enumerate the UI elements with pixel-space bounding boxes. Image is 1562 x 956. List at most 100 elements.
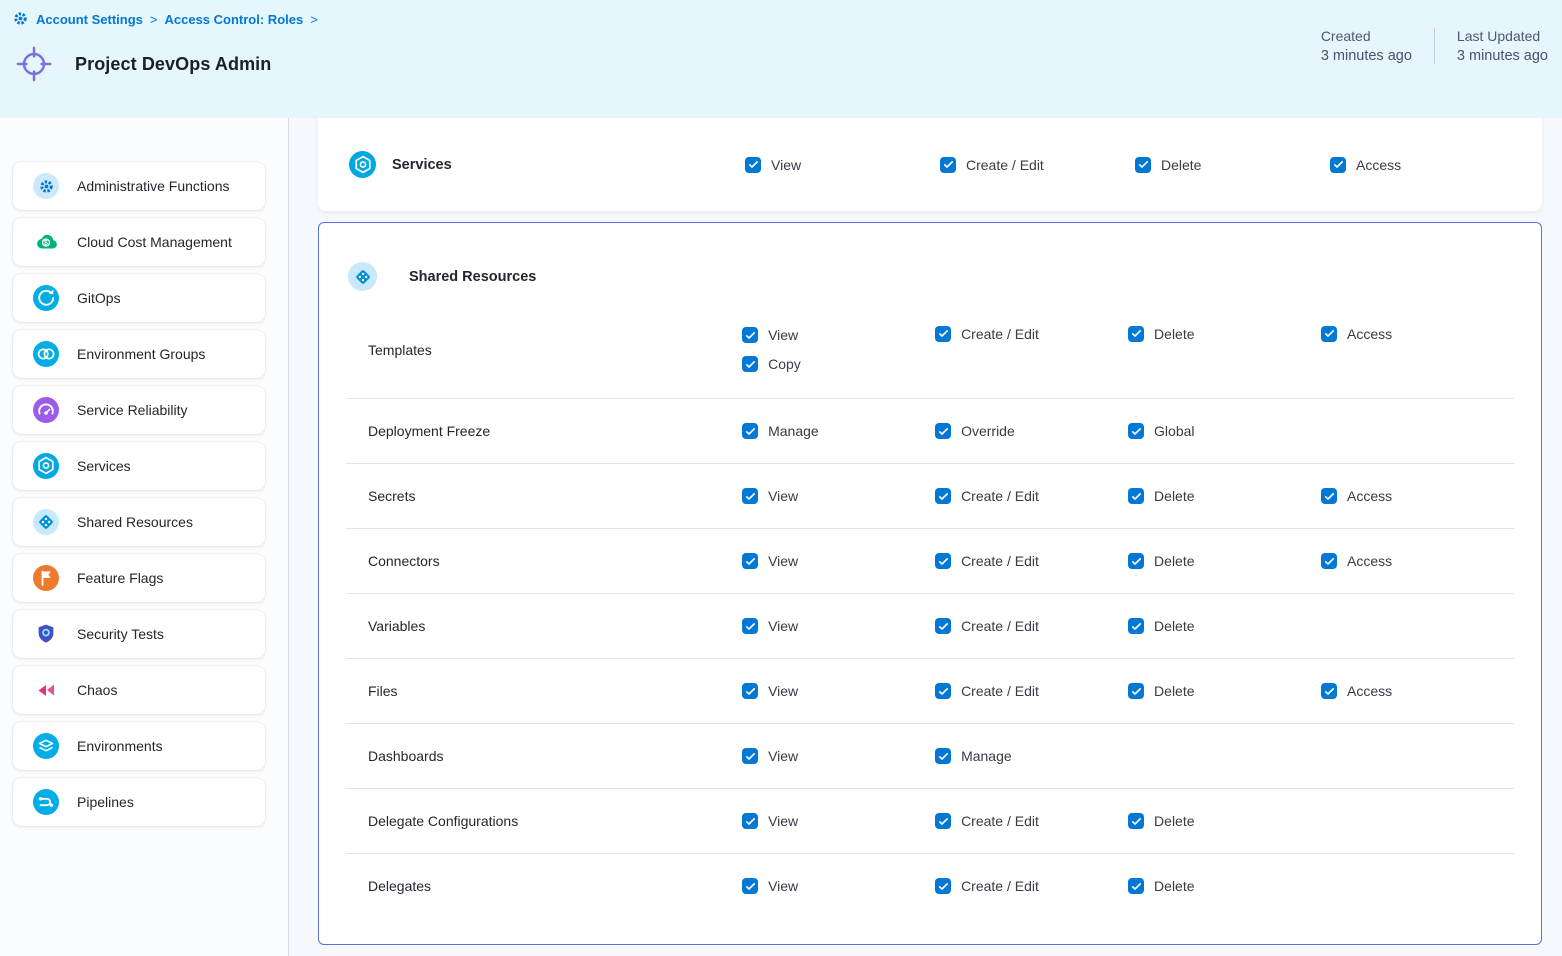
sidebar-item-services[interactable]: Services bbox=[13, 442, 265, 490]
resource-name: Variables bbox=[368, 618, 742, 634]
checkbox-access[interactable] bbox=[1321, 683, 1337, 699]
permission-column: View bbox=[742, 618, 935, 634]
permission-column: Override bbox=[935, 423, 1128, 439]
checkbox-create-edit[interactable] bbox=[935, 683, 951, 699]
shared-resources-diamond-icon bbox=[33, 509, 59, 535]
permission-column: Delete bbox=[1128, 618, 1321, 634]
checkbox-access[interactable] bbox=[1321, 326, 1337, 342]
checkbox-create-edit[interactable] bbox=[940, 157, 956, 173]
checkbox-access[interactable] bbox=[1321, 553, 1337, 569]
permission-access: Access bbox=[1321, 553, 1514, 569]
pipelines-flow-icon bbox=[33, 789, 59, 815]
services-hexagon-icon bbox=[349, 151, 376, 178]
permission-column: Create / Edit bbox=[935, 683, 1128, 699]
permission-view: View bbox=[742, 488, 935, 504]
sidebar-item-service-reliability[interactable]: Service Reliability bbox=[13, 386, 265, 434]
sidebar-item-feature-flags[interactable]: Feature Flags bbox=[13, 554, 265, 602]
permission-column: Manage bbox=[742, 423, 935, 439]
checkbox-view[interactable] bbox=[742, 618, 758, 634]
page-title: Project DevOps Admin bbox=[75, 54, 271, 75]
permission-label: Delete bbox=[1154, 488, 1194, 504]
checkbox-manage[interactable] bbox=[935, 748, 951, 764]
last-updated-value: 3 minutes ago bbox=[1457, 48, 1548, 64]
checkbox-delete[interactable] bbox=[1128, 326, 1144, 342]
permission-column: Manage bbox=[935, 748, 1128, 764]
checkbox-copy[interactable] bbox=[742, 356, 758, 372]
sidebar-item-cloud-cost-management[interactable]: $ Cloud Cost Management bbox=[13, 218, 265, 266]
permission-column: Delete bbox=[1128, 553, 1321, 569]
sidebar-item-label: Environments bbox=[77, 738, 163, 754]
checkbox-view[interactable] bbox=[742, 683, 758, 699]
sidebar-item-shared-resources[interactable]: Shared Resources bbox=[13, 498, 265, 546]
checkbox-create-edit[interactable] bbox=[935, 878, 951, 894]
services-card-title: Services bbox=[392, 157, 452, 173]
breadcrumb-link-access-control-roles[interactable]: Access Control: Roles bbox=[165, 12, 304, 27]
checkbox-view[interactable] bbox=[742, 878, 758, 894]
checkbox-view[interactable] bbox=[742, 553, 758, 569]
created-block: Created 3 minutes ago bbox=[1321, 28, 1412, 64]
title-row: Project DevOps Admin bbox=[14, 44, 271, 84]
chaos-icon bbox=[33, 677, 59, 703]
checkbox-override[interactable] bbox=[935, 423, 951, 439]
permission-create-edit: Create / Edit bbox=[940, 157, 1135, 173]
sidebar-item-administrative-functions[interactable]: Administrative Functions bbox=[13, 162, 265, 210]
sidebar-item-label: Administrative Functions bbox=[77, 178, 230, 194]
checkbox-create-edit[interactable] bbox=[935, 488, 951, 504]
service-reliability-icon bbox=[33, 397, 59, 423]
permission-label: View bbox=[768, 683, 798, 699]
checkbox-manage[interactable] bbox=[742, 423, 758, 439]
checkbox-create-edit[interactable] bbox=[935, 326, 951, 342]
checkbox-create-edit[interactable] bbox=[935, 618, 951, 634]
resource-row-templates: TemplatesViewCopyCreate / EditDeleteAcce… bbox=[346, 301, 1514, 398]
permission-label: Create / Edit bbox=[961, 618, 1039, 634]
permission-column: View bbox=[742, 748, 935, 764]
permission-label: Delete bbox=[1154, 553, 1194, 569]
permission-label: Delete bbox=[1154, 618, 1194, 634]
permission-view: View bbox=[742, 683, 935, 699]
resource-name: Connectors bbox=[368, 553, 742, 569]
shared-resources-rows: TemplatesViewCopyCreate / EditDeleteAcce… bbox=[346, 301, 1514, 918]
checkbox-delete[interactable] bbox=[1128, 683, 1144, 699]
sidebar-item-gitops[interactable]: GitOps bbox=[13, 274, 265, 322]
checkbox-delete[interactable] bbox=[1128, 878, 1144, 894]
permission-column: Create / Edit bbox=[935, 878, 1128, 894]
checkbox-delete[interactable] bbox=[1128, 813, 1144, 829]
sidebar-item-label: Cloud Cost Management bbox=[77, 234, 232, 250]
checkbox-create-edit[interactable] bbox=[935, 553, 951, 569]
cloud-dollar-icon: $ bbox=[33, 229, 59, 255]
permission-column: Delete bbox=[1135, 157, 1330, 173]
permission-create-edit: Create / Edit bbox=[935, 488, 1128, 504]
checkbox-delete[interactable] bbox=[1128, 553, 1144, 569]
permission-access: Access bbox=[1321, 488, 1514, 504]
checkbox-view[interactable] bbox=[742, 748, 758, 764]
resource-row-files: FilesViewCreate / EditDeleteAccess bbox=[346, 658, 1514, 723]
checkbox-view[interactable] bbox=[742, 488, 758, 504]
checkbox-delete[interactable] bbox=[1128, 488, 1144, 504]
breadcrumb-link-account-settings[interactable]: Account Settings bbox=[36, 12, 143, 27]
permission-view: View bbox=[742, 813, 935, 829]
resource-name: Templates bbox=[368, 342, 742, 358]
shared-resources-card-title: Shared Resources bbox=[409, 269, 536, 285]
checkbox-view[interactable] bbox=[742, 327, 758, 343]
sidebar-item-chaos[interactable]: Chaos bbox=[13, 666, 265, 714]
sidebar-item-security-tests[interactable]: Security Tests bbox=[13, 610, 265, 658]
checkbox-access[interactable] bbox=[1321, 488, 1337, 504]
permission-column: View bbox=[742, 553, 935, 569]
checkbox-delete[interactable] bbox=[1135, 157, 1151, 173]
permission-label: Delete bbox=[1161, 157, 1201, 173]
sidebar-item-environment-groups[interactable]: Environment Groups bbox=[13, 330, 265, 378]
permission-delete: Delete bbox=[1135, 157, 1330, 173]
checkbox-delete[interactable] bbox=[1128, 618, 1144, 634]
permission-manage: Manage bbox=[742, 423, 935, 439]
permission-view: View bbox=[742, 327, 935, 343]
checkbox-create-edit[interactable] bbox=[935, 813, 951, 829]
resource-row-variables: VariablesView Create / Edit Delete bbox=[346, 593, 1514, 658]
checkbox-view[interactable] bbox=[742, 813, 758, 829]
checkbox-global[interactable] bbox=[1128, 423, 1144, 439]
role-target-icon bbox=[14, 44, 54, 84]
sidebar-item-environments[interactable]: Environments bbox=[13, 722, 265, 770]
checkbox-view[interactable] bbox=[745, 157, 761, 173]
checkbox-access[interactable] bbox=[1330, 157, 1346, 173]
sidebar-item-pipelines[interactable]: Pipelines bbox=[13, 778, 265, 826]
permission-column: View bbox=[742, 813, 935, 829]
